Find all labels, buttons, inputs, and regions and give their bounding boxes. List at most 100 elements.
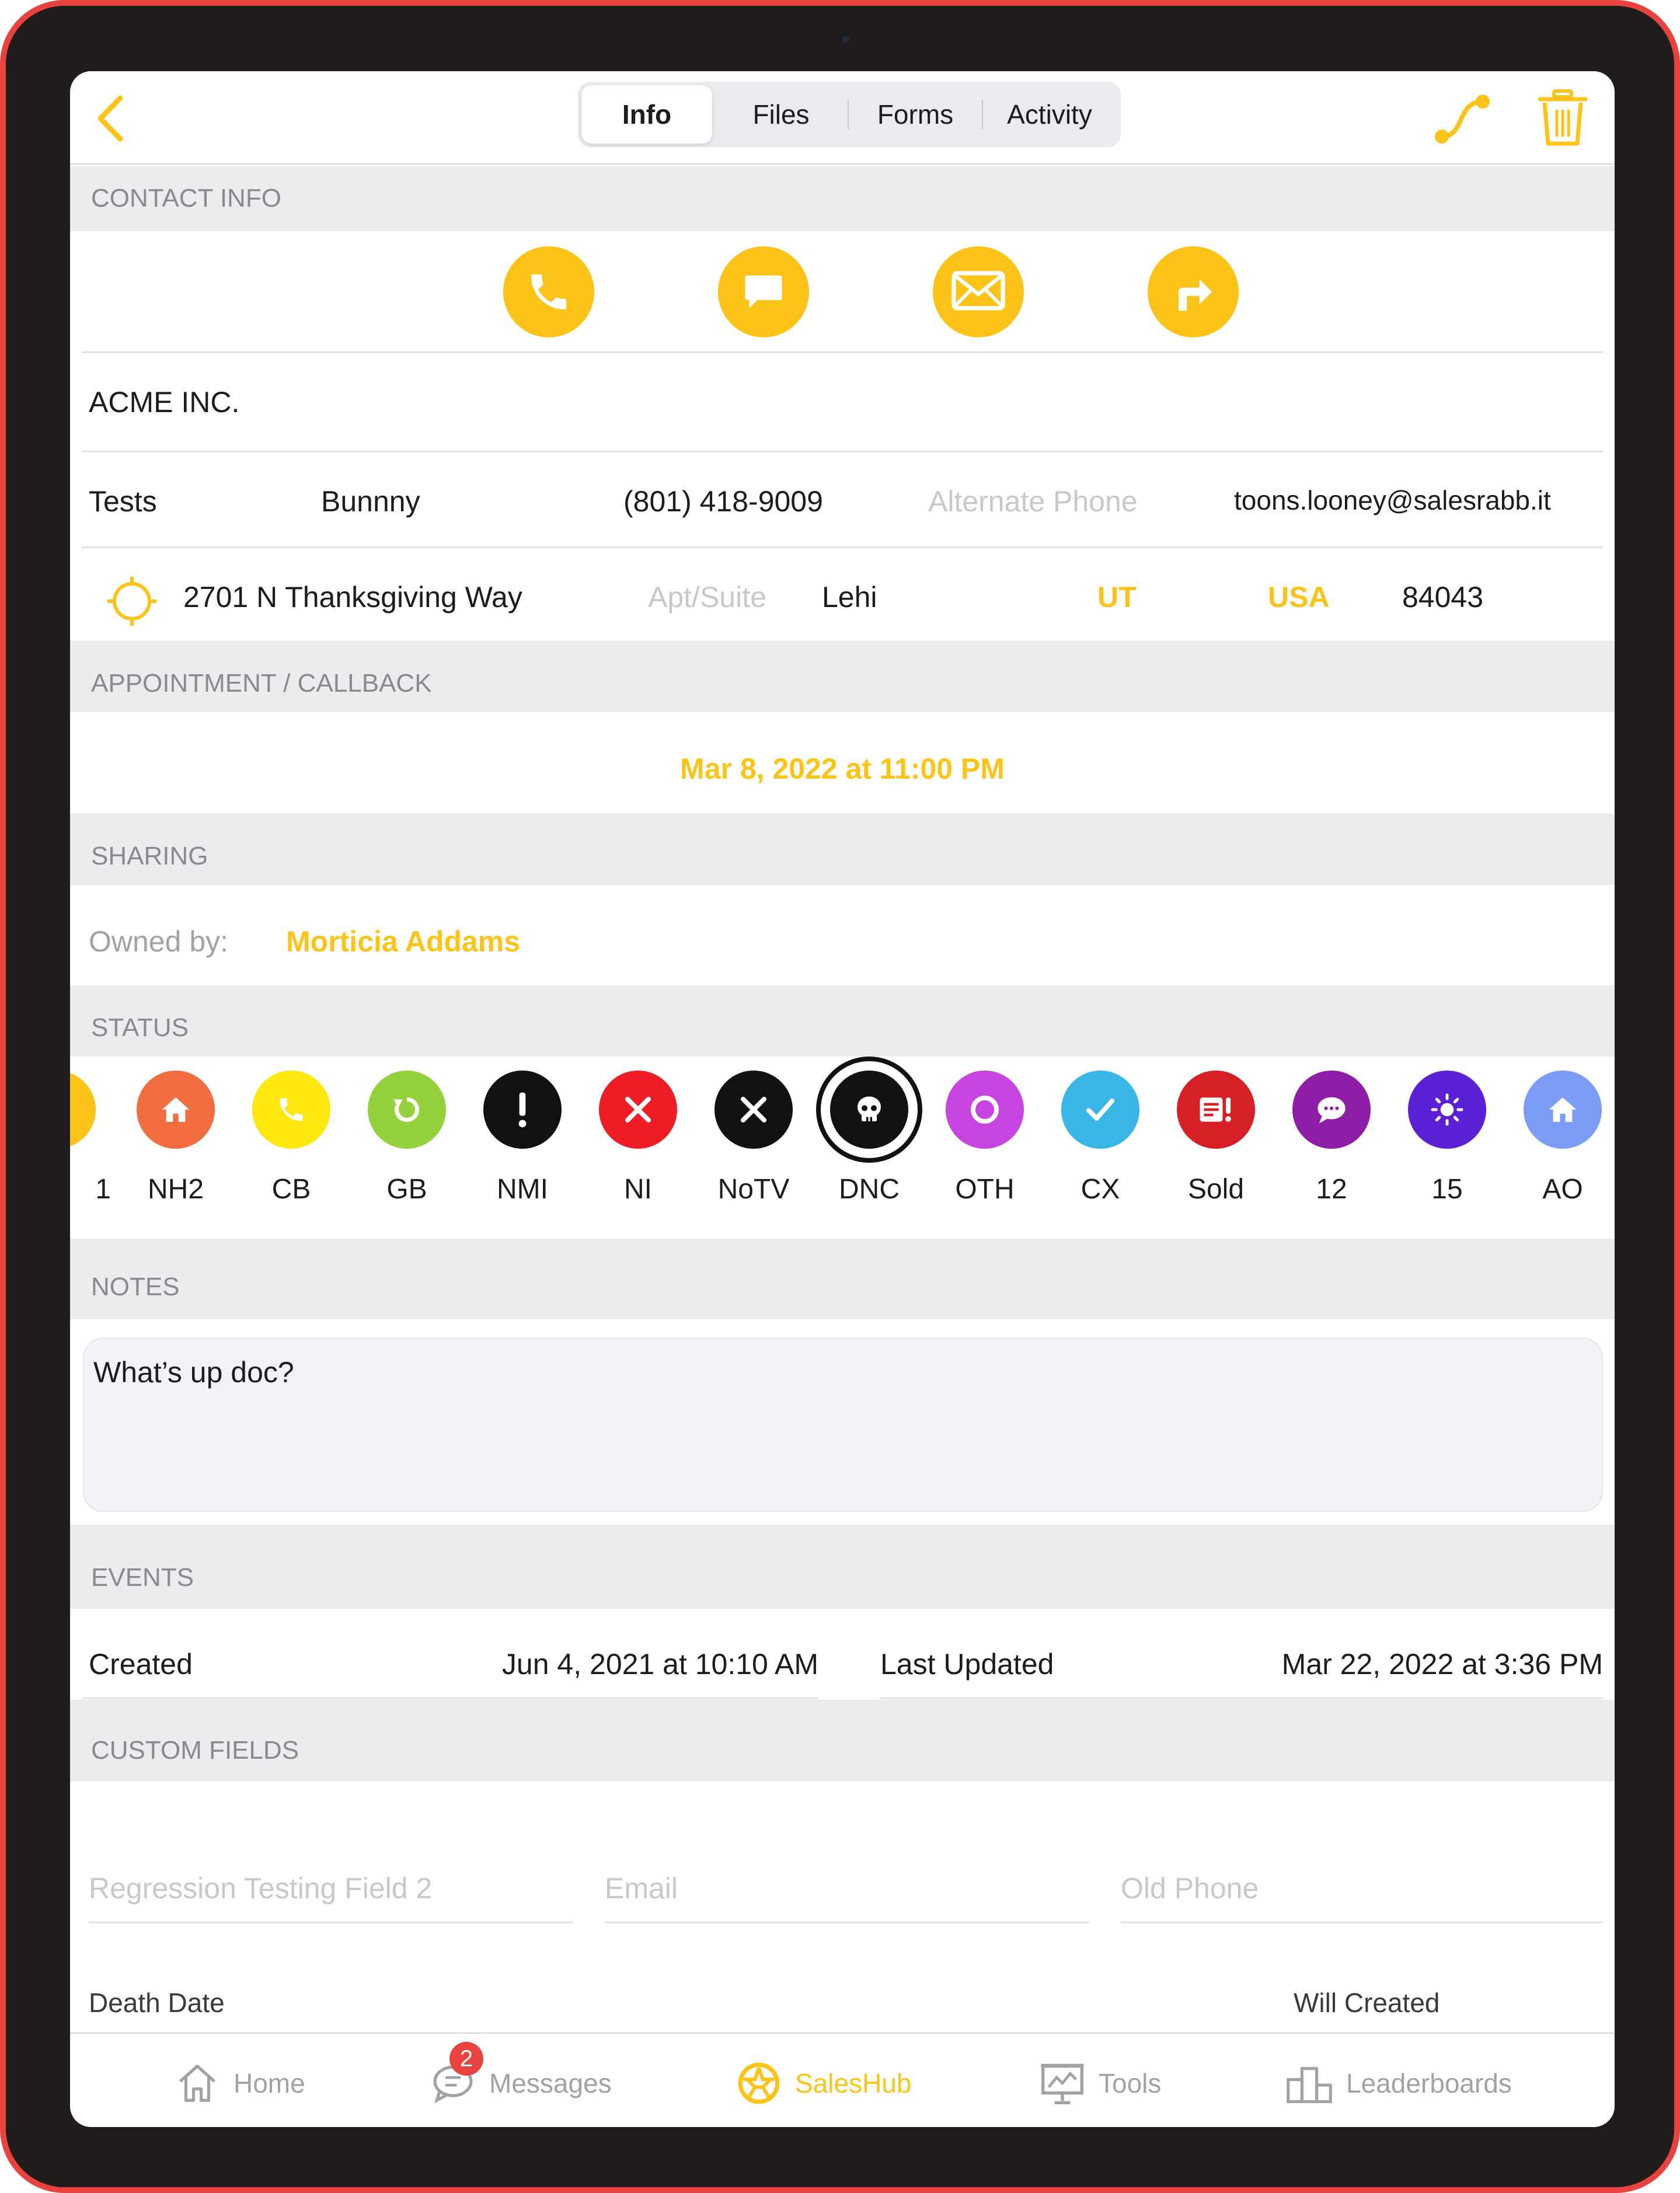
- tab-divider: [848, 99, 849, 130]
- status-cb[interactable]: CB: [236, 1071, 347, 1211]
- chat-bubble-icon: [745, 276, 782, 308]
- status-12[interactable]: 12: [1276, 1071, 1387, 1211]
- owned-by-label: Owned by:: [89, 925, 229, 958]
- phone-icon: [531, 274, 566, 309]
- tab-tools-label: Tools: [1099, 2068, 1162, 2098]
- status-label: GB: [386, 1174, 427, 1205]
- status-dnc-selected[interactable]: DNC: [814, 1057, 925, 1211]
- circle-icon: [946, 1071, 1024, 1149]
- status-label: 15: [1431, 1174, 1463, 1205]
- field-underline: [89, 1922, 573, 1923]
- status-label: 12: [1316, 1174, 1347, 1205]
- status-15[interactable]: 15: [1392, 1071, 1503, 1211]
- notes-textarea[interactable]: What’s up doc?: [83, 1338, 1603, 1512]
- section-header-sharing: SHARING: [70, 814, 1615, 885]
- turn-right-arrow-icon: [1178, 279, 1212, 311]
- tab-activity[interactable]: Activity: [984, 85, 1115, 144]
- tab-divider: [982, 99, 983, 130]
- tab-saleshub-label: SalesHub: [795, 2068, 912, 2098]
- home-icon: [137, 1071, 215, 1149]
- company-name[interactable]: ACME INC.: [89, 385, 239, 419]
- x-icon: [714, 1071, 793, 1149]
- tools-icon: [1041, 2063, 1084, 2104]
- status-oth[interactable]: OTH: [929, 1071, 1040, 1211]
- status-nmi[interactable]: NMI: [467, 1071, 578, 1211]
- x-icon: [599, 1071, 677, 1149]
- last-name-field[interactable]: Bunnny: [321, 484, 420, 518]
- call-button[interactable]: [503, 246, 594, 337]
- status-item[interactable]: 1: [70, 1071, 112, 1211]
- front-camera: [841, 34, 851, 44]
- tab-saleshub[interactable]: SalesHub: [736, 2057, 911, 2110]
- created-label: Created: [89, 1648, 193, 1681]
- field-underline: [1121, 1922, 1603, 1923]
- email-field[interactable]: toons.looney@salesrabb.it: [1234, 484, 1551, 516]
- status-label: NI: [624, 1174, 652, 1205]
- state-selector[interactable]: UT: [1097, 580, 1137, 614]
- route-icon[interactable]: [1430, 90, 1494, 148]
- sun-icon: [1408, 1071, 1486, 1149]
- custom-email-field[interactable]: Email: [605, 1871, 678, 1905]
- tab-tools[interactable]: Tools: [1039, 2057, 1161, 2110]
- trash-icon[interactable]: [1536, 89, 1589, 147]
- exclamation-icon: [483, 1071, 562, 1149]
- refresh-icon: [368, 1071, 446, 1149]
- appointment-datetime[interactable]: Mar 8, 2022 at 11:00 PM: [70, 752, 1615, 786]
- status-notv[interactable]: NoTV: [698, 1071, 809, 1211]
- section-header-notes: NOTES: [70, 1239, 1615, 1319]
- country-selector[interactable]: USA: [1268, 580, 1330, 614]
- city-field[interactable]: Lehi: [822, 580, 877, 614]
- alternate-phone-field[interactable]: Alternate Phone: [928, 484, 1138, 518]
- document-alert-icon: [1177, 1071, 1255, 1149]
- status-label: NoTV: [717, 1174, 790, 1205]
- tab-leaderboards[interactable]: Leaderboards: [1285, 2057, 1512, 2110]
- apt-suite-field[interactable]: Apt/Suite: [648, 580, 766, 614]
- tab-info[interactable]: Info: [581, 85, 712, 144]
- section-header-contact: CONTACT INFO: [70, 166, 1615, 231]
- section-header-custom-fields: CUSTOM FIELDS: [70, 1700, 1615, 1781]
- section-header-events: EVENTS: [70, 1525, 1615, 1609]
- nav-bar: Info Files Forms Activity: [70, 71, 1615, 165]
- tab-files[interactable]: Files: [716, 85, 846, 144]
- divider: [880, 1697, 1603, 1699]
- device-bezel: Info Files Forms Activity CONTACT INFO A…: [6, 6, 1674, 2187]
- street-address-field[interactable]: 2701 N Thanksgiving Way: [183, 580, 522, 614]
- status-gb[interactable]: GB: [351, 1071, 462, 1211]
- directions-button[interactable]: [1148, 246, 1239, 337]
- back-chevron-icon[interactable]: [90, 92, 131, 145]
- divider: [82, 546, 1603, 548]
- tab-home[interactable]: Home: [174, 2057, 305, 2110]
- field-underline: [605, 1922, 1089, 1923]
- device-frame: Info Files Forms Activity CONTACT INFO A…: [0, 0, 1680, 2193]
- status-cx[interactable]: CX: [1045, 1071, 1156, 1211]
- zip-field[interactable]: 84043: [1402, 580, 1483, 614]
- partial-status-icon: [70, 1071, 96, 1149]
- app-screen: Info Files Forms Activity CONTACT INFO A…: [70, 71, 1615, 2127]
- old-phone-field[interactable]: Old Phone: [1121, 1871, 1259, 1905]
- death-date-label[interactable]: Death Date: [89, 1987, 225, 2018]
- message-button[interactable]: [718, 246, 809, 337]
- email-button[interactable]: [933, 246, 1024, 337]
- status-sold[interactable]: Sold: [1160, 1071, 1271, 1211]
- status-label: CB: [271, 1174, 311, 1205]
- status-label: 1: [95, 1174, 111, 1205]
- regression-testing-field[interactable]: Regression Testing Field 2: [89, 1871, 432, 1905]
- divider: [82, 351, 1603, 353]
- segmented-tabs: Info Files Forms Activity: [578, 82, 1121, 147]
- owner-selector[interactable]: Morticia Addams: [286, 925, 520, 958]
- check-icon: [1061, 1071, 1139, 1149]
- bottom-tab-bar: Home Messages 2 SalesHub Tools Leaderboa…: [70, 2032, 1615, 2127]
- will-created-label[interactable]: Will Created: [1294, 1987, 1440, 2018]
- status-ni[interactable]: NI: [583, 1071, 693, 1211]
- locate-crosshair-icon[interactable]: [105, 574, 159, 628]
- section-header-status: STATUS: [70, 985, 1615, 1057]
- tab-home-label: Home: [233, 2068, 305, 2098]
- tab-forms[interactable]: Forms: [850, 85, 981, 144]
- first-name-field[interactable]: Tests: [89, 484, 157, 518]
- status-label: Sold: [1187, 1174, 1245, 1205]
- home-icon: [1524, 1071, 1602, 1149]
- phone-field[interactable]: (801) 418-9009: [623, 484, 823, 518]
- status-ao[interactable]: AO: [1507, 1071, 1615, 1211]
- section-header-appointment: APPOINTMENT / CALLBACK: [70, 641, 1615, 712]
- status-nh2[interactable]: NH2: [120, 1071, 231, 1211]
